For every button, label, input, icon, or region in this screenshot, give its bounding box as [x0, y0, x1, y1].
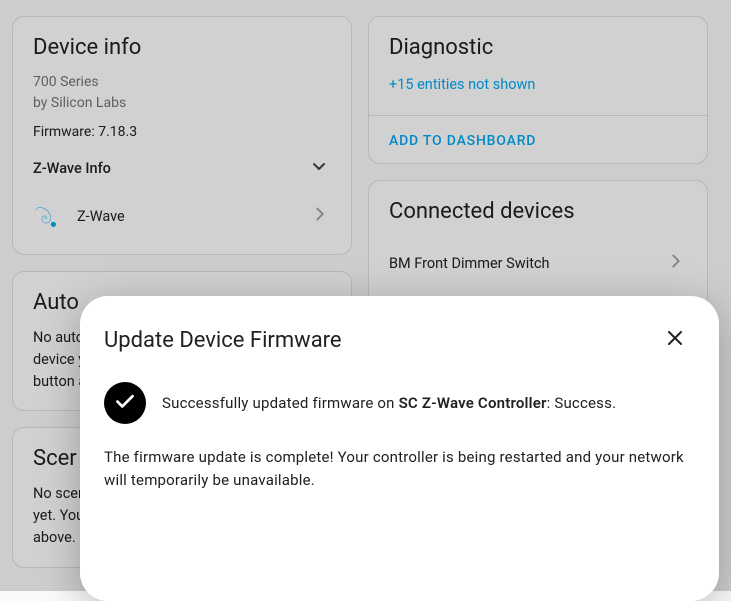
- success-badge: [104, 382, 146, 424]
- update-firmware-dialog: Update Device Firmware Successfully upda…: [80, 296, 719, 601]
- dialog-title: Update Device Firmware: [104, 328, 342, 353]
- close-button[interactable]: [655, 320, 695, 360]
- dialog-body-text: The firmware update is complete! Your co…: [104, 446, 695, 493]
- check-icon: [112, 388, 138, 418]
- success-message: Successfully updated firmware on SC Z-Wa…: [162, 394, 616, 412]
- close-icon: [663, 326, 687, 354]
